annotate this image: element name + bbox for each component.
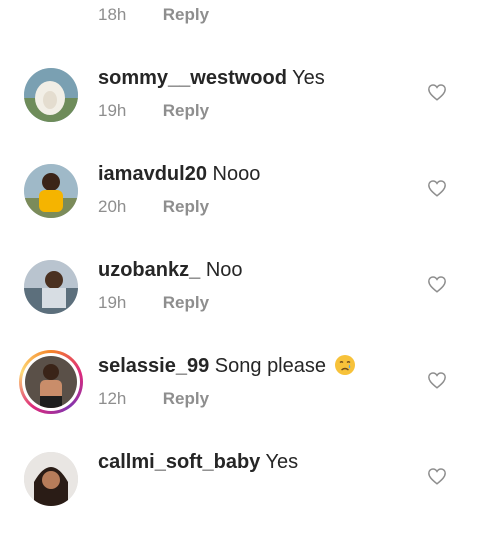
comment-message: Nooo [212, 163, 261, 185]
heart-icon[interactable] [427, 179, 447, 197]
reply-button[interactable]: Reply [163, 293, 209, 312]
comment-username[interactable]: callmi_soft_baby [98, 451, 260, 473]
comments-list: 18h Reply sommy__westwood Yes 19h Reply … [0, 0, 480, 506]
comment-meta: 19h Reply [98, 101, 209, 121]
comment-username[interactable]: sommy__westwood [98, 67, 287, 89]
comment-time: 18h [98, 5, 127, 24]
reply-button[interactable]: Reply [163, 389, 209, 408]
comment-meta: 12h Reply [98, 389, 209, 409]
comment-text: selassie_99 Song please [98, 354, 356, 382]
comment-item: selassie_99 Song please 12h Reply [0, 350, 480, 450]
avatar[interactable] [24, 452, 78, 506]
reply-button[interactable]: Reply [163, 101, 209, 120]
heart-icon[interactable] [427, 83, 447, 101]
avatar[interactable] [24, 68, 78, 122]
comment-message: Yes [265, 451, 299, 473]
heart-icon[interactable] [427, 371, 447, 389]
avatar-story-ring[interactable] [19, 350, 83, 414]
comment-message: Yes [292, 67, 325, 89]
comment-text: uzobankz_ Noo [98, 258, 243, 282]
comment-meta: 19h Reply [98, 293, 209, 313]
comment-text: callmi_soft_baby Yes [98, 450, 298, 474]
comment-item: callmi_soft_baby Yes [0, 450, 480, 546]
heart-icon[interactable] [427, 467, 447, 485]
comment-username[interactable]: uzobankz_ [98, 259, 200, 281]
avatar-ring-gap [22, 353, 80, 411]
comment-item: iamavdul20 Nooo 20h Reply [0, 162, 480, 258]
reply-button[interactable]: Reply [163, 197, 209, 216]
comment-message: Noo [205, 259, 243, 281]
comment-time: 19h [98, 101, 127, 120]
comment-item: sommy__westwood Yes 19h Reply [0, 66, 480, 162]
avatar[interactable] [24, 260, 78, 314]
heart-icon[interactable] [427, 275, 447, 293]
crying-face-emoji [334, 354, 356, 382]
comment-text: sommy__westwood Yes [98, 66, 325, 90]
avatar[interactable] [24, 164, 78, 218]
avatar [25, 356, 77, 408]
comment-time: 19h [98, 293, 127, 312]
reply-button[interactable]: Reply [163, 5, 209, 24]
comment-username[interactable]: selassie_99 [98, 355, 209, 377]
comment-item: 18h Reply [0, 0, 480, 30]
comment-meta: 18h Reply [98, 5, 209, 25]
comment-time: 20h [98, 197, 127, 216]
comment-username[interactable]: iamavdul20 [98, 163, 207, 185]
comment-message: Song please [214, 355, 326, 377]
comment-meta: 20h Reply [98, 197, 209, 217]
comment-item: uzobankz_ Noo 19h Reply [0, 258, 480, 354]
comment-time: 12h [98, 389, 127, 408]
comment-text: iamavdul20 Nooo [98, 162, 260, 186]
